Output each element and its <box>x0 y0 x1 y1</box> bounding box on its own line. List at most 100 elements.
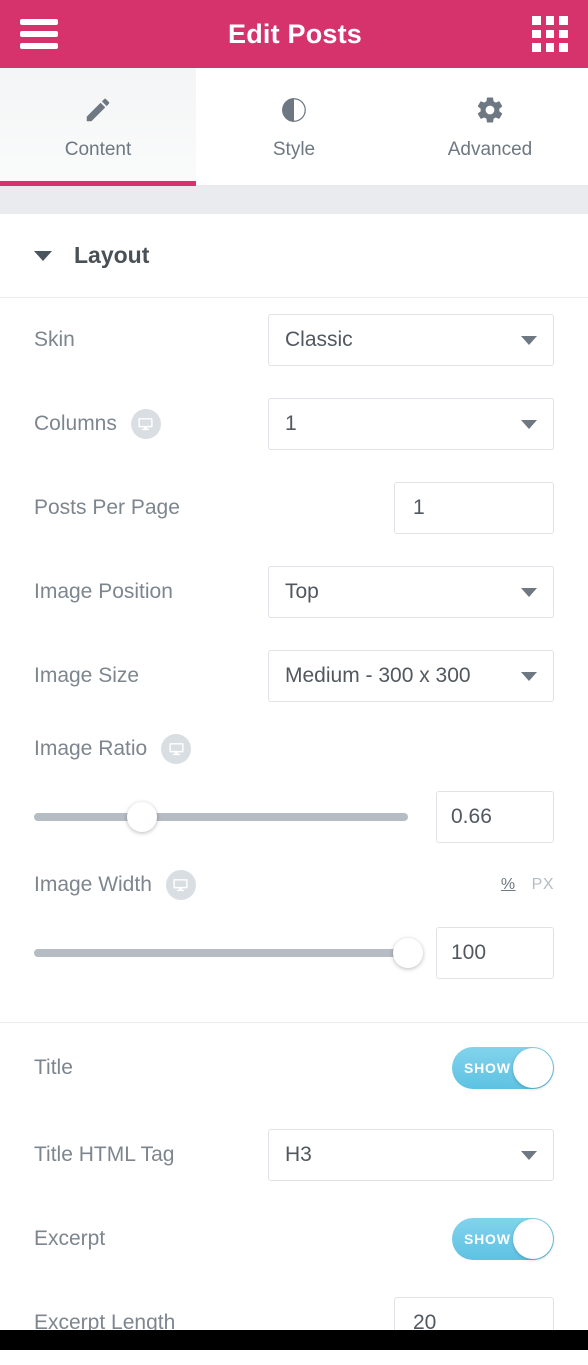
image-width-units: % PX <box>501 876 554 894</box>
page-title: Edit Posts <box>227 18 363 49</box>
label-excerpt: Excerpt <box>34 1227 452 1251</box>
slider-track <box>34 949 408 957</box>
image-size-select[interactable]: Medium - 300 x 300 <box>268 650 554 702</box>
image-ratio-input[interactable]: 0.66 <box>436 791 554 843</box>
skin-value: Classic <box>285 328 353 351</box>
grid-cell <box>532 16 541 25</box>
grid-cell <box>532 43 541 52</box>
image-size-value: Medium - 300 x 300 <box>285 664 471 687</box>
unit-percent[interactable]: % <box>501 876 516 894</box>
unit-px[interactable]: PX <box>532 876 554 894</box>
image-position-value: Top <box>285 580 319 603</box>
label-image-position: Image Position <box>34 580 268 604</box>
pencil-icon <box>83 93 113 127</box>
image-width-value: 100 <box>451 941 487 964</box>
tab-style[interactable]: Style <box>196 68 392 185</box>
posts-per-page-input[interactable]: 1 <box>394 482 554 534</box>
image-position-select[interactable]: Top <box>268 566 554 618</box>
grid-cell <box>559 43 568 52</box>
apps-grid-icon[interactable] <box>532 16 568 52</box>
chevron-down-icon <box>521 671 537 681</box>
desktop-icon[interactable] <box>165 870 196 900</box>
row-posts-per-page: Posts Per Page 1 <box>0 466 588 550</box>
label-image-ratio: Image Ratio <box>34 734 554 764</box>
slider-handle[interactable] <box>393 938 423 968</box>
label-title-html-tag: Title HTML Tag <box>34 1143 268 1167</box>
row-excerpt-length: Excerpt Length 20 <box>0 1281 588 1365</box>
row-image-size: Image Size Medium - 300 x 300 <box>0 634 588 718</box>
label-image-size: Image Size <box>34 664 268 688</box>
image-ratio-slider[interactable] <box>34 802 408 832</box>
excerpt-toggle[interactable]: SHOW <box>452 1218 554 1260</box>
label-image-width: Image Width <box>34 870 501 900</box>
toggle-label: SHOW <box>464 1060 511 1076</box>
tab-advanced[interactable]: Advanced <box>392 68 588 185</box>
settings-panel: Layout Skin Classic Columns 1 Posts Per … <box>0 214 588 1365</box>
chevron-down-icon <box>521 587 537 597</box>
toggle-label: SHOW <box>464 1231 511 1247</box>
tab-label-content: Content <box>64 138 132 160</box>
chevron-down-icon <box>521 419 537 429</box>
row-columns: Columns 1 <box>0 382 588 466</box>
panel-tabs: Content Style Advanced <box>0 68 588 186</box>
label-skin: Skin <box>34 328 268 352</box>
chevron-down-icon <box>521 335 537 345</box>
hamburger-bar <box>20 31 58 37</box>
toggle-knob <box>513 1219 553 1259</box>
hamburger-bar <box>20 43 58 49</box>
tab-label-style: Style <box>272 138 316 160</box>
contrast-icon <box>279 93 309 127</box>
grid-cell <box>545 43 555 52</box>
label-columns: Columns <box>34 409 268 439</box>
row-image-width-slider: 100 <box>0 916 588 990</box>
label-text: Title <box>34 1056 73 1079</box>
label-text: Image Ratio <box>34 737 148 760</box>
hamburger-menu-icon[interactable] <box>20 19 58 49</box>
title-html-tag-value: H3 <box>285 1143 312 1166</box>
panel-spacer <box>0 186 588 214</box>
label-text: Posts Per Page <box>34 496 180 519</box>
label-text: Title HTML Tag <box>34 1143 175 1166</box>
chevron-down-icon <box>521 1150 537 1160</box>
label-title: Title <box>34 1056 452 1080</box>
desktop-icon[interactable] <box>130 409 161 439</box>
row-image-width-label: Image Width % PX <box>0 854 588 916</box>
image-width-slider[interactable] <box>34 938 423 968</box>
toggle-knob <box>513 1048 553 1088</box>
columns-value: 1 <box>285 412 297 435</box>
bottom-bar <box>0 1330 588 1350</box>
skin-select[interactable]: Classic <box>268 314 554 366</box>
label-text: Excerpt <box>34 1227 106 1250</box>
grid-cell <box>559 16 568 25</box>
tab-content[interactable]: Content <box>0 68 196 186</box>
row-image-ratio-slider: 0.66 <box>0 780 588 854</box>
slider-handle[interactable] <box>127 802 158 832</box>
grid-cell <box>545 29 555 39</box>
image-ratio-value: 0.66 <box>451 805 492 828</box>
title-html-tag-select[interactable]: H3 <box>268 1129 554 1181</box>
row-title: Title SHOW <box>0 1023 588 1113</box>
label-text: Image Size <box>34 664 140 687</box>
grid-cell <box>545 16 555 25</box>
row-excerpt: Excerpt SHOW <box>0 1197 588 1281</box>
desktop-icon[interactable] <box>161 734 192 764</box>
chevron-down-icon <box>34 250 52 261</box>
app-header: Edit Posts <box>0 0 588 68</box>
section-header-layout[interactable]: Layout <box>0 214 588 298</box>
image-width-input[interactable]: 100 <box>436 927 554 979</box>
row-title-html-tag: Title HTML Tag H3 <box>0 1113 588 1197</box>
hamburger-bar <box>20 19 58 25</box>
label-posts-per-page: Posts Per Page <box>34 496 268 520</box>
gear-icon <box>475 93 505 127</box>
posts-per-page-value: 1 <box>413 496 425 519</box>
label-text: Image Width <box>34 873 152 896</box>
label-text: Columns <box>34 412 117 435</box>
row-image-ratio-label: Image Ratio <box>0 718 588 780</box>
columns-select[interactable]: 1 <box>268 398 554 450</box>
label-text: Image Position <box>34 580 173 603</box>
label-text: Skin <box>34 328 75 351</box>
title-toggle[interactable]: SHOW <box>452 1047 554 1089</box>
section-title: Layout <box>74 242 150 268</box>
grid-cell <box>559 29 568 39</box>
row-skin: Skin Classic <box>0 298 588 382</box>
